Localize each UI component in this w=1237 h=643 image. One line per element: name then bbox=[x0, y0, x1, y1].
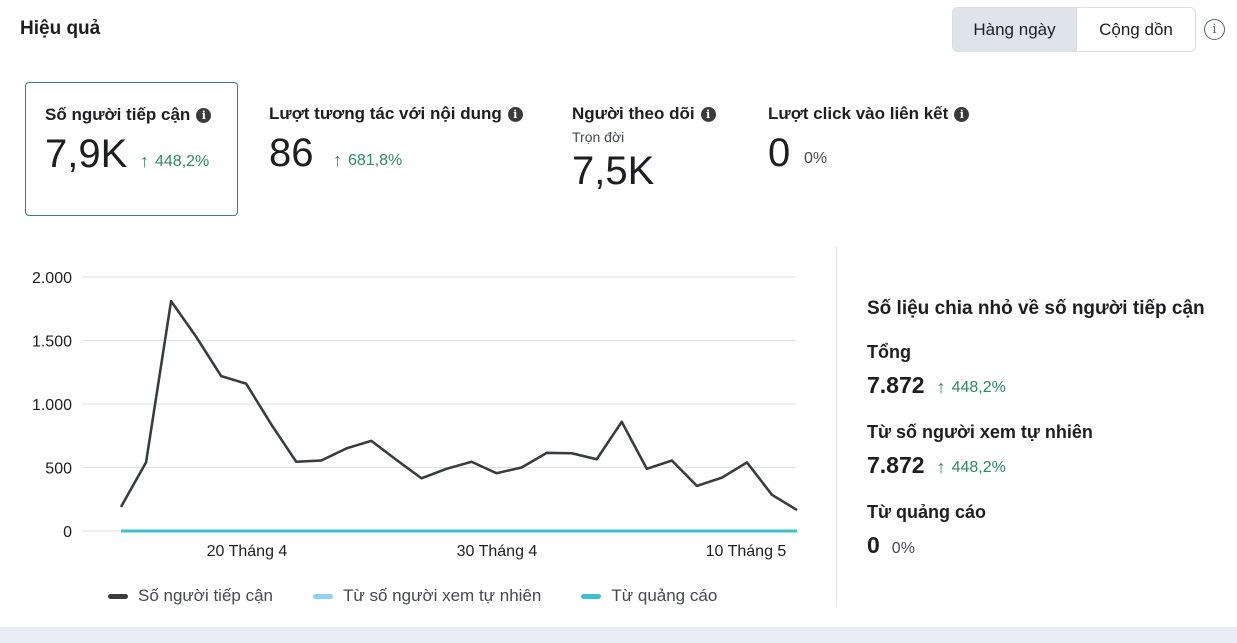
metric-label: Người theo dõi bbox=[572, 104, 695, 123]
arrow-up-icon: ↑ bbox=[936, 457, 946, 477]
breakdown-change-value: 0% bbox=[891, 540, 915, 557]
breakdown-change: ↑ 448,2% bbox=[937, 457, 1006, 478]
breakdown-title: Số liệu chia nhỏ về số người tiếp cận bbox=[867, 298, 1205, 319]
legend-item-organic[interactable]: Từ số người xem tự nhiên bbox=[313, 586, 541, 606]
metric-change-value: 448,2% bbox=[155, 152, 210, 170]
legend-label: Từ quảng cáo bbox=[611, 586, 718, 605]
info-icon[interactable]: i bbox=[196, 107, 212, 123]
view-toggle: Hàng ngày Cộng dồn bbox=[952, 7, 1196, 52]
chart-legend: Số người tiếp cận Từ số người xem tự nhi… bbox=[108, 586, 757, 606]
legend-swatch bbox=[108, 593, 128, 599]
info-icon[interactable]: i bbox=[954, 106, 970, 122]
metric-change: ↑ 681,8% bbox=[333, 150, 402, 171]
legend-item-ads[interactable]: Từ quảng cáo bbox=[581, 586, 717, 606]
breakdown-change-value: 448,2% bbox=[951, 378, 1006, 396]
metric-value: 86 bbox=[269, 131, 314, 175]
metric-card-reach[interactable]: Số người tiếp cận i 7,9K ↑ 448,2% bbox=[25, 82, 238, 216]
section-title: Hiệu quả bbox=[20, 18, 101, 39]
series-line-organic bbox=[119, 299, 798, 512]
breakdown-change-value: 448,2% bbox=[951, 458, 1006, 476]
metric-value: 0 bbox=[768, 131, 791, 175]
breakdown-change: ↑ 448,2% bbox=[937, 377, 1006, 398]
metric-value: 7,9K bbox=[45, 132, 128, 176]
series-line-reach bbox=[119, 299, 798, 512]
breakdown-label-ads: Từ quảng cáo bbox=[867, 502, 987, 522]
toggle-daily-button[interactable]: Hàng ngày bbox=[953, 8, 1077, 51]
y-tick-label: 1.000 bbox=[32, 397, 72, 414]
arrow-up-icon: ↑ bbox=[936, 377, 946, 397]
metric-label: Số người tiếp cận bbox=[45, 105, 191, 124]
y-tick-label: 1.500 bbox=[32, 334, 72, 351]
legend-swatch bbox=[313, 593, 333, 599]
info-icon[interactable]: i bbox=[507, 106, 523, 122]
x-tick-label: 30 Tháng 4 bbox=[457, 543, 538, 560]
breakdown-number: 7.872 bbox=[867, 372, 925, 398]
legend-item-reach[interactable]: Số người tiếp cận bbox=[108, 586, 273, 606]
metric-change: ↑ 448,2% bbox=[140, 151, 209, 172]
toggle-cumulative-button[interactable]: Cộng dồn bbox=[1077, 8, 1195, 51]
y-tick-label: 2.000 bbox=[32, 270, 72, 287]
metric-card-engagement[interactable]: Lượt tương tác với nội dung i 86 ↑ 681,8… bbox=[245, 82, 535, 216]
reach-line-chart: 2.000 1.500 1.000 500 0 20 Tháng 4 30 Tháng 4 1… bbox=[32, 270, 798, 560]
vertical-divider bbox=[836, 247, 837, 607]
legend-swatch bbox=[581, 593, 602, 599]
metric-sub-label: Trọn đời bbox=[572, 129, 625, 145]
y-tick-label: 0 bbox=[63, 524, 72, 541]
metric-change-value: 681,8% bbox=[348, 151, 403, 169]
arrow-up-icon: ↑ bbox=[140, 151, 149, 171]
bottom-band bbox=[0, 627, 1237, 643]
breakdown-label-organic: Từ số người xem tự nhiên bbox=[867, 422, 1093, 442]
breakdown-label-total: Tổng bbox=[867, 342, 911, 362]
metric-change: 0% bbox=[804, 150, 827, 168]
breakdown-number: 7.872 bbox=[867, 452, 925, 478]
y-tick-label: 500 bbox=[45, 461, 72, 478]
breakdown-value-organic: 7.872 ↑ 448,2% bbox=[867, 452, 1006, 479]
metric-card-followers[interactable]: Người theo dõi i Trọn đời 7,5K bbox=[548, 82, 748, 216]
arrow-up-icon: ↑ bbox=[333, 150, 342, 170]
breakdown-change: 0% bbox=[892, 540, 915, 558]
metric-label: Lượt tương tác với nội dung bbox=[269, 104, 502, 123]
x-tick-label: 20 Tháng 4 bbox=[207, 543, 288, 560]
breakdown-value-ads: 0 0% bbox=[867, 532, 915, 559]
metric-card-link-clicks[interactable]: Lượt click vào liên kết i 0 0% bbox=[745, 82, 985, 216]
legend-label: Từ số người xem tự nhiên bbox=[343, 586, 542, 605]
metric-change-value: 0% bbox=[804, 150, 828, 167]
info-icon[interactable]: i bbox=[700, 106, 716, 122]
breakdown-value-total: 7.872 ↑ 448,2% bbox=[867, 372, 1006, 399]
metric-label: Lượt click vào liên kết bbox=[768, 104, 949, 123]
info-icon[interactable]: i bbox=[1204, 19, 1225, 40]
metric-value: 7,5K bbox=[572, 149, 655, 193]
breakdown-number: 0 bbox=[867, 532, 880, 558]
legend-label: Số người tiếp cận bbox=[138, 586, 273, 605]
x-tick-label: 10 Tháng 5 bbox=[706, 543, 787, 560]
